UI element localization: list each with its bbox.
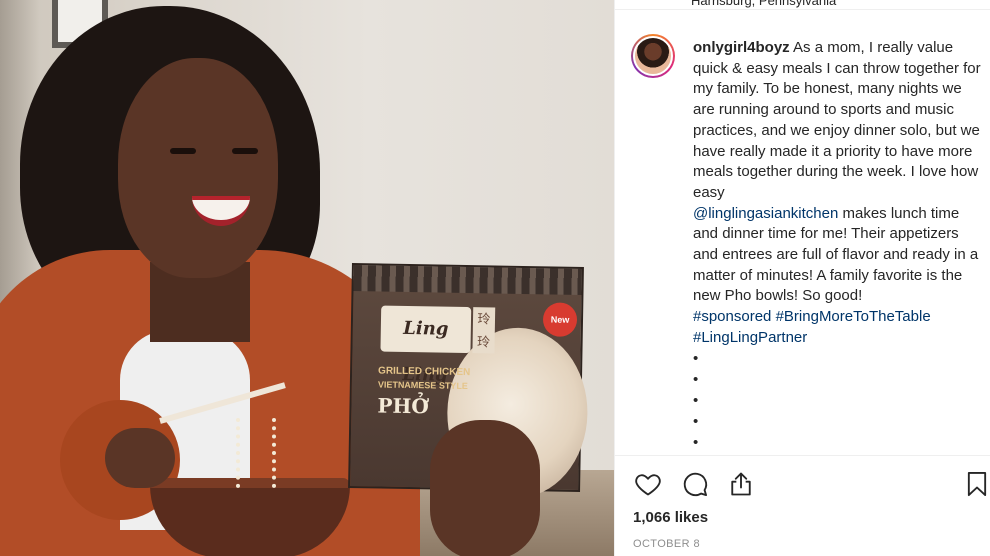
photo-face [118, 58, 278, 278]
bookmark-icon [967, 471, 987, 497]
box-kanji: 玲玲 [472, 307, 496, 354]
caption-text-1: As a mom, I really value quick & easy me… [693, 39, 981, 201]
box-line-3: PHỞ [377, 393, 430, 419]
box-line-1: GRILLED CHICKEN [378, 365, 471, 379]
caption-dot: • [693, 434, 699, 451]
like-button[interactable] [632, 468, 664, 500]
post-caption: onlygirl4boyz As a mom, I really value q… [693, 38, 981, 349]
comment-icon [683, 472, 708, 497]
caption-dot: • [693, 371, 699, 388]
caption-dots: • • • • • [693, 348, 698, 453]
post-date[interactable]: OCTOBER 8 [633, 538, 700, 550]
hashtag-linglingpartner[interactable]: #LingLingPartner [693, 329, 807, 346]
caption-dot: • [693, 392, 699, 409]
hashtag-sponsored[interactable]: #sponsored [693, 308, 771, 325]
hashtag-bringmoretothetable[interactable]: #BringMoreToTheTable [776, 308, 931, 325]
box-top-pattern [353, 265, 582, 296]
box-brand-logo: Ling Ling [380, 305, 472, 386]
avatar-image [633, 36, 673, 76]
mention-link[interactable]: @linglingasiankitchen [693, 205, 838, 222]
photo-noodles [236, 418, 276, 488]
caption-username[interactable]: onlygirl4boyz [693, 39, 790, 56]
photo-eye-left [170, 148, 196, 154]
box-line-2: VIETNAMESE STYLE [377, 379, 468, 392]
actions-divider [615, 455, 990, 456]
avatar[interactable] [631, 34, 675, 78]
caption-dot: • [693, 413, 699, 430]
heart-icon [635, 474, 661, 496]
post-photo[interactable]: Ling Ling 玲玲 New GRILLED CHICKEN VIETNAM… [0, 0, 614, 556]
box-new-badge: New [542, 302, 578, 337]
comment-button[interactable] [679, 468, 711, 500]
caption-dot: • [693, 350, 699, 367]
photo-hand-holding-box [430, 420, 540, 556]
likes-count[interactable]: 1,066 likes [633, 509, 708, 526]
photo-eye-right [232, 148, 258, 154]
photo-hand [105, 428, 175, 488]
post-panel: Harrisburg, Pennsylvania onlygirl4boyz A… [614, 0, 990, 556]
share-icon [731, 472, 751, 496]
share-button[interactable] [725, 468, 757, 500]
post-location[interactable]: Harrisburg, Pennsylvania [691, 0, 836, 8]
save-button[interactable] [961, 468, 990, 500]
